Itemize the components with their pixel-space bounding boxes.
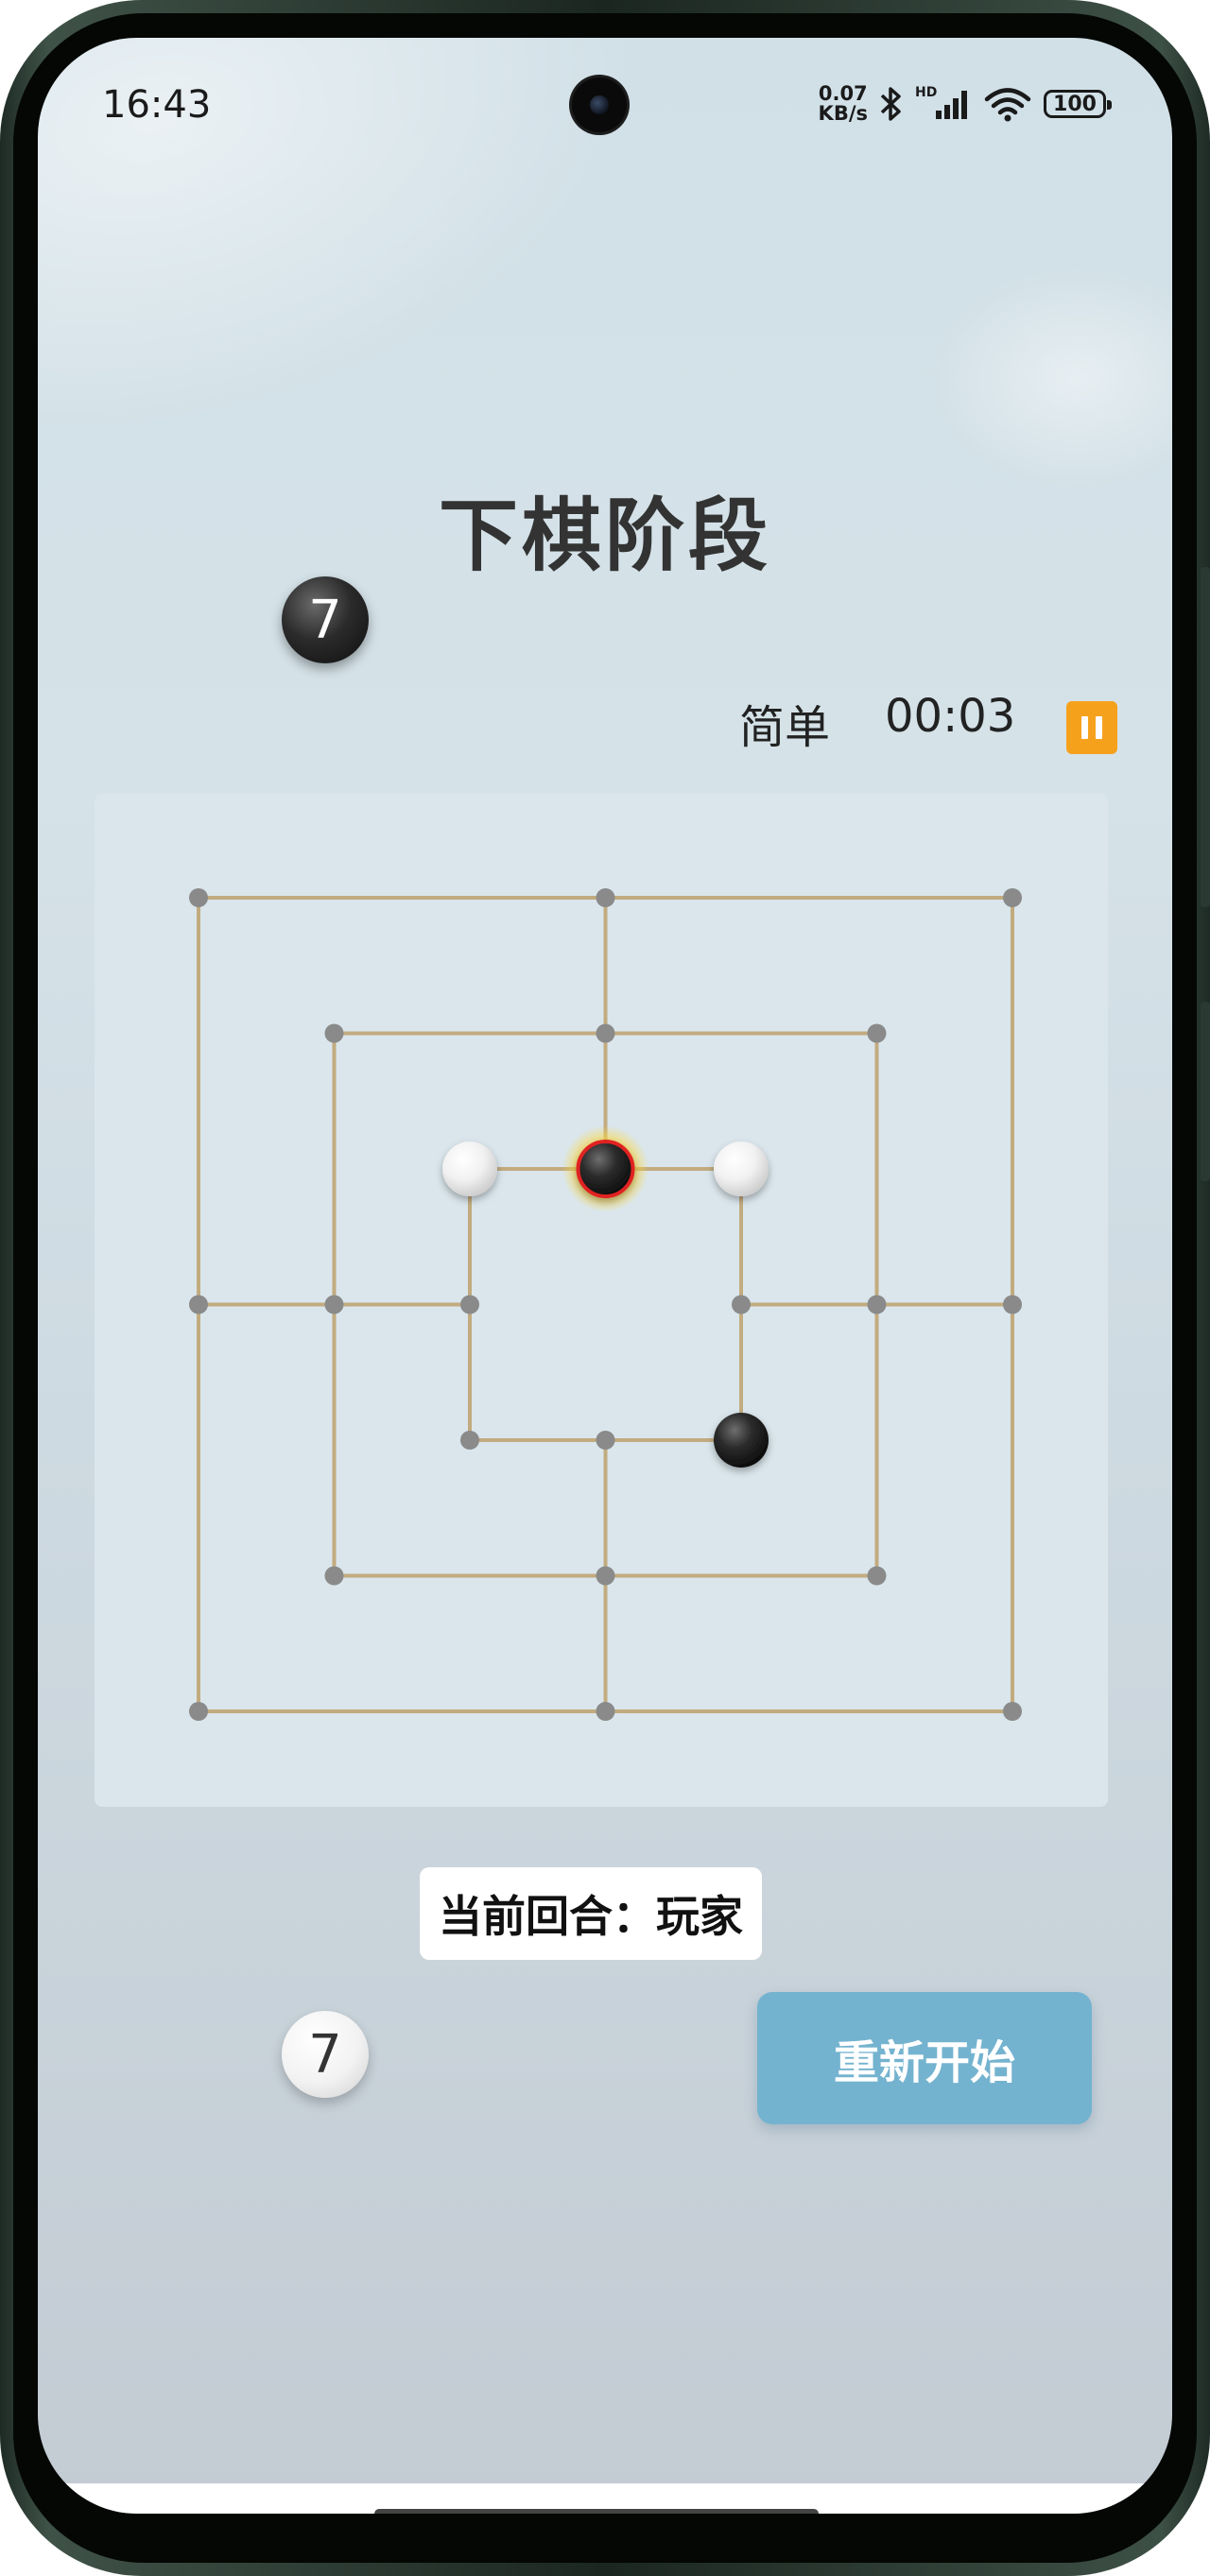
board-point-a1[interactable] xyxy=(189,1702,208,1721)
power-button xyxy=(1201,1002,1210,1181)
board-point-f2[interactable] xyxy=(867,1566,887,1586)
board-point-f4[interactable] xyxy=(867,1295,887,1314)
net-speed: 0.07 KB/s xyxy=(819,84,868,124)
status-icons: 0.07 KB/s HD 100 xyxy=(819,79,1112,129)
board-point-a7[interactable] xyxy=(189,888,208,907)
board-point-a4[interactable] xyxy=(189,1295,208,1314)
board-lines xyxy=(197,896,1014,1713)
board-point-c4[interactable] xyxy=(460,1295,479,1314)
restart-button[interactable]: 重新开始 xyxy=(757,1992,1092,2124)
board-point-d1[interactable] xyxy=(596,1702,615,1721)
pause-icon-bar xyxy=(1081,716,1088,739)
volume-button xyxy=(1201,567,1210,907)
board-point-d3[interactable] xyxy=(596,1431,615,1450)
white-piece[interactable] xyxy=(442,1142,497,1196)
board-point-g7[interactable] xyxy=(1003,888,1022,907)
net-speed-unit: KB/s xyxy=(818,102,868,125)
status-time: 16:43 xyxy=(102,83,212,127)
board-point-e4[interactable] xyxy=(732,1295,751,1314)
piece-body xyxy=(714,1413,769,1468)
board-point-d6[interactable] xyxy=(596,1023,615,1043)
bluetooth-icon xyxy=(880,87,901,121)
board-point-g4[interactable] xyxy=(1003,1295,1022,1314)
difficulty-label: 简单 xyxy=(739,701,831,754)
white-remaining-counter: 7 xyxy=(282,2011,369,2098)
board-pieces xyxy=(442,1125,769,1468)
board-point-b6[interactable] xyxy=(324,1023,344,1043)
black-piece[interactable] xyxy=(714,1413,769,1468)
black-remaining-counter: 7 xyxy=(282,576,369,663)
cellular-signal: HD xyxy=(915,85,972,123)
piece-body xyxy=(576,1140,635,1198)
board-point-b4[interactable] xyxy=(324,1295,344,1314)
net-speed-value: 0.07 xyxy=(818,82,868,105)
game-board-panel xyxy=(95,794,1108,1807)
board-point-c3[interactable] xyxy=(460,1431,479,1450)
pause-icon-bar xyxy=(1096,716,1102,739)
black-piece[interactable] xyxy=(562,1125,649,1212)
white-piece[interactable] xyxy=(714,1142,769,1196)
piece-body xyxy=(714,1142,769,1196)
phase-title: 下棋阶段 xyxy=(438,489,771,582)
background-sheen xyxy=(926,265,1172,491)
game-board[interactable] xyxy=(95,794,1108,1807)
battery-indicator: 100 xyxy=(1044,90,1112,118)
screen: 16:43 0.07 KB/s HD 100 下棋阶段 7 简单 00:03 当… xyxy=(38,38,1172,2514)
wifi-icon xyxy=(984,88,1031,122)
front-camera xyxy=(572,77,627,132)
game-timer: 00:03 xyxy=(885,690,1016,743)
piece-body xyxy=(442,1142,497,1196)
board-point-b2[interactable] xyxy=(324,1566,344,1586)
home-indicator[interactable] xyxy=(374,2509,819,2514)
pause-button[interactable] xyxy=(1066,701,1117,754)
board-point-d2[interactable] xyxy=(596,1566,615,1586)
turn-indicator: 当前回合：玩家 xyxy=(420,1867,762,1960)
board-point-g1[interactable] xyxy=(1003,1702,1022,1721)
signal-bars-icon xyxy=(936,91,967,119)
board-point-f6[interactable] xyxy=(867,1023,887,1043)
board-point-d7[interactable] xyxy=(596,888,615,907)
